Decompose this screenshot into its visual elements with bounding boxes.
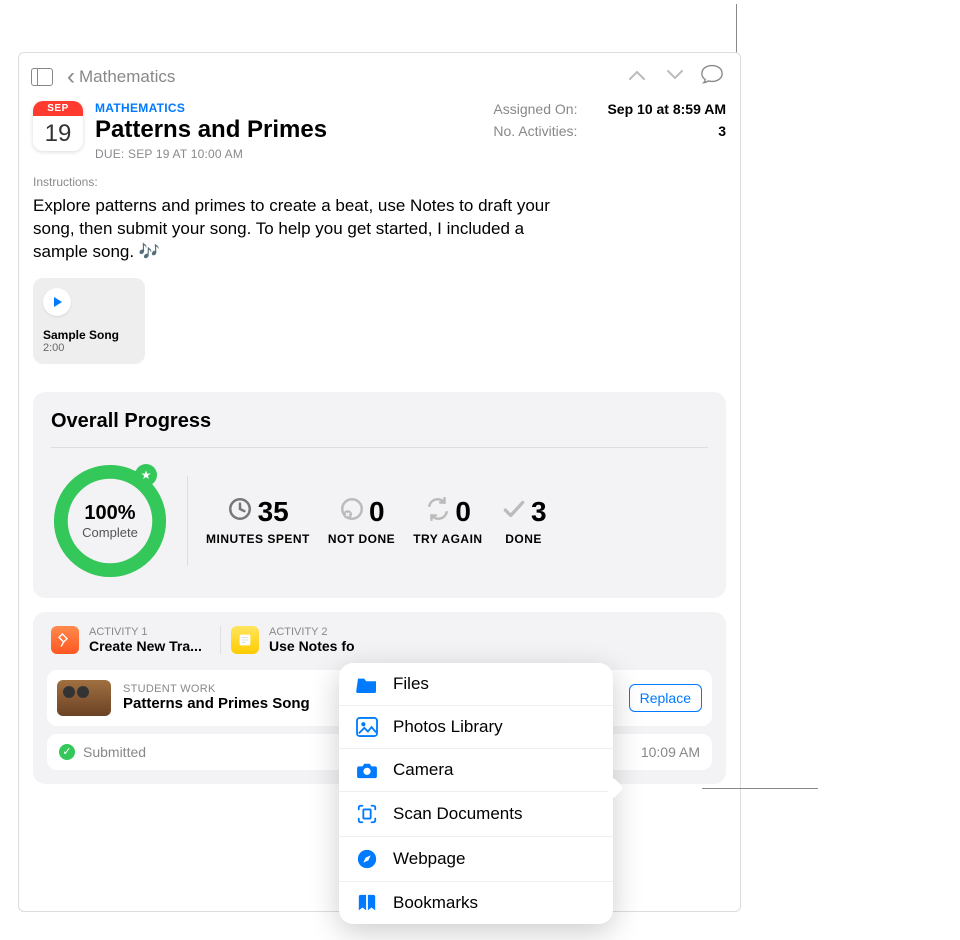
- assignment-category: MATHEMATICS: [95, 101, 327, 115]
- compass-icon: [355, 848, 379, 870]
- callout-line-to-replace-button: [702, 788, 818, 789]
- chevron-up-icon: [628, 68, 646, 82]
- back-button[interactable]: ‹ Mathematics: [67, 65, 175, 89]
- message-bubble-icon: [700, 63, 724, 85]
- top-navigation-bar: ‹ Mathematics: [19, 53, 740, 101]
- menu-label-bookmarks: Bookmarks: [393, 893, 478, 913]
- stat-done: 3 DONE: [501, 496, 547, 546]
- calendar-month: SEP: [33, 101, 83, 116]
- menu-label-camera: Camera: [393, 760, 453, 780]
- assignment-title: Patterns and Primes: [95, 116, 327, 144]
- instructions-section: Instructions: Explore patterns and prime…: [19, 161, 740, 378]
- menu-label-photos: Photos Library: [393, 717, 503, 737]
- done-value: 3: [531, 496, 547, 528]
- instructions-text: Explore patterns and primes to create a …: [33, 195, 553, 264]
- try-again-icon: [425, 496, 451, 527]
- divider: [51, 447, 708, 448]
- messages-button[interactable]: [700, 63, 724, 90]
- chevron-down-icon: [666, 68, 684, 82]
- stat-minutes-spent: 35 MINUTES SPENT: [206, 496, 310, 546]
- minutes-label: MINUTES SPENT: [206, 532, 310, 546]
- menu-label-webpage: Webpage: [393, 849, 465, 869]
- activity-2-sup: ACTIVITY 2: [269, 626, 355, 638]
- scan-icon: [355, 803, 379, 825]
- play-icon: [54, 297, 62, 307]
- previous-assignment-button[interactable]: [618, 65, 656, 88]
- activity-1-sup: ACTIVITY 1: [89, 626, 202, 638]
- menu-label-scan: Scan Documents: [393, 804, 522, 824]
- menu-item-bookmarks[interactable]: Bookmarks: [339, 882, 613, 924]
- next-assignment-button[interactable]: [656, 65, 694, 88]
- not-done-icon: [339, 496, 365, 527]
- instructions-label: Instructions:: [33, 175, 726, 189]
- submitted-time: 10:09 AM: [641, 744, 700, 760]
- num-activities-label: No. Activities:: [493, 123, 577, 139]
- vertical-divider: [187, 476, 188, 566]
- garageband-app-icon: [51, 626, 79, 654]
- menu-item-files[interactable]: Files: [339, 663, 613, 706]
- clock-icon: [227, 496, 253, 527]
- notdone-value: 0: [369, 496, 385, 528]
- stat-not-done: 0 NOT DONE: [328, 496, 395, 546]
- folder-icon: [355, 675, 379, 693]
- activity-item-1[interactable]: ACTIVITY 1 Create New Tra...: [47, 626, 221, 654]
- attachment-source-popover: Files Photos Library Camera Scan Documen…: [339, 663, 613, 924]
- callout-line-to-message-icon: [736, 4, 737, 58]
- menu-item-camera[interactable]: Camera: [339, 749, 613, 792]
- assigned-on-label: Assigned On:: [493, 101, 577, 117]
- menu-label-files: Files: [393, 674, 429, 694]
- play-button[interactable]: [43, 288, 71, 316]
- done-check-icon: [501, 496, 527, 527]
- stat-try-again: 0 TRY AGAIN: [413, 496, 482, 546]
- student-work-thumbnail: [57, 680, 111, 716]
- attachment-card[interactable]: Sample Song 2:00: [33, 278, 145, 364]
- check-circle-icon: ✓: [59, 744, 75, 760]
- menu-item-webpage[interactable]: Webpage: [339, 837, 613, 882]
- calendar-day: 19: [33, 116, 83, 151]
- menu-item-scan-documents[interactable]: Scan Documents: [339, 792, 613, 837]
- assigned-on-value: Sep 10 at 8:59 AM: [607, 101, 726, 117]
- calendar-date-icon: SEP 19: [33, 101, 83, 151]
- camera-icon: [355, 761, 379, 779]
- student-work-label: STUDENT WORK: [123, 683, 310, 695]
- photos-icon: [355, 717, 379, 737]
- assignment-due-date: DUE: SEP 19 AT 10:00 AM: [95, 147, 327, 161]
- notes-app-icon: [231, 626, 259, 654]
- attachment-duration: 2:00: [43, 342, 135, 354]
- overall-progress-card: Overall Progress ★ 100% Complete 35: [33, 392, 726, 598]
- progress-ring: ★ 100% Complete: [51, 462, 169, 580]
- assignment-header: SEP 19 MATHEMATICS Patterns and Primes D…: [19, 101, 740, 161]
- progress-percent: 100%: [84, 502, 135, 525]
- attachment-title: Sample Song: [43, 328, 135, 342]
- menu-item-photos[interactable]: Photos Library: [339, 706, 613, 749]
- submitted-label: Submitted: [83, 744, 146, 760]
- minutes-value: 35: [258, 496, 289, 528]
- student-work-title: Patterns and Primes Song: [123, 695, 310, 712]
- notdone-label: NOT DONE: [328, 532, 395, 546]
- num-activities-value: 3: [718, 123, 726, 139]
- replace-button[interactable]: Replace: [629, 684, 702, 712]
- chevron-left-icon: ‹: [67, 65, 75, 89]
- activity-1-title: Create New Tra...: [89, 638, 202, 654]
- tryagain-label: TRY AGAIN: [413, 532, 482, 546]
- back-label: Mathematics: [79, 67, 175, 87]
- tryagain-value: 0: [455, 496, 471, 528]
- activity-2-title: Use Notes fo: [269, 638, 355, 654]
- bookmarks-icon: [355, 893, 379, 913]
- sidebar-toggle-icon[interactable]: [31, 68, 53, 86]
- progress-complete-label: Complete: [82, 525, 138, 540]
- done-label: DONE: [501, 532, 547, 546]
- progress-title: Overall Progress: [51, 410, 708, 433]
- activity-item-2[interactable]: ACTIVITY 2 Use Notes fo: [227, 626, 359, 654]
